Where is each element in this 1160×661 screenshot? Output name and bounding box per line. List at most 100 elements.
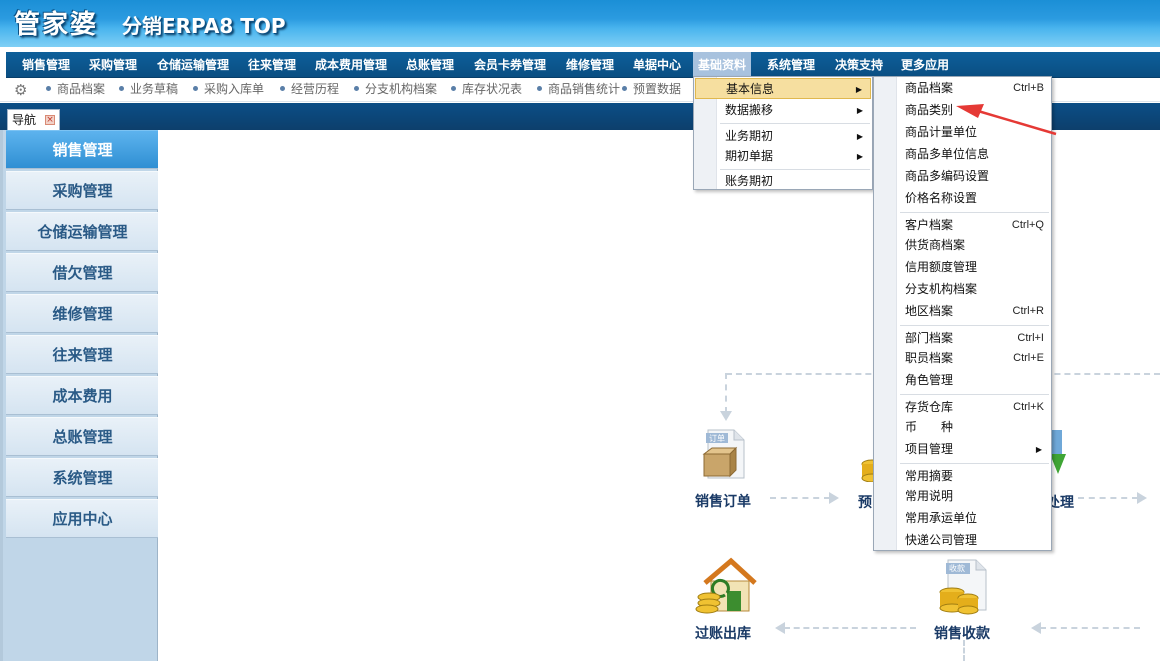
flow-label-sales-receipt[interactable]: 销售收款 xyxy=(934,623,990,643)
sales-receipt-icon[interactable]: 收款 xyxy=(936,558,992,616)
menu-item-customer-file[interactable]: 客户档案 Ctrl+Q xyxy=(875,215,1050,236)
sales-order-icon[interactable]: 订单 xyxy=(700,428,748,480)
basic-data-dropdown: 基本信息 ▶ 数据搬移 ▶ 业务期初 ▶ 期初单据 ▶ 账务期初 xyxy=(693,76,873,190)
menu-item-product-file[interactable]: 商品档案 Ctrl+B xyxy=(875,78,1050,99)
annotation-arrow xyxy=(956,104,1057,136)
tab-navigation[interactable]: 导航 × xyxy=(7,109,60,130)
sidebar-item-purchase[interactable]: 采购管理 xyxy=(6,171,159,210)
sidebar-item-cost[interactable]: 成本费用 xyxy=(6,376,159,415)
menu-accounts[interactable]: 往来管理 xyxy=(247,52,297,78)
bullet-icon xyxy=(193,86,198,91)
sidebar-item-system[interactable]: 系统管理 xyxy=(6,458,159,497)
bullet-icon xyxy=(537,86,542,91)
flow-arrow xyxy=(1031,622,1041,634)
menu-separator xyxy=(720,123,870,124)
menu-item-department-file[interactable]: 部门档案 Ctrl+I xyxy=(875,328,1050,349)
quick-link[interactable]: 业务草稿 xyxy=(119,78,178,100)
menu-item-warehouse[interactable]: 存货仓库 Ctrl+K xyxy=(875,397,1050,418)
menu-item-currency[interactable]: 币 种 xyxy=(875,417,1050,438)
house-coins-icon[interactable] xyxy=(695,557,757,615)
menu-item-branch-file[interactable]: 分支机构档案 xyxy=(875,279,1050,300)
shortcut-label: Ctrl+B xyxy=(1013,82,1044,94)
quick-link[interactable]: 商品档案 xyxy=(46,78,105,100)
shortcut-label: Ctrl+I xyxy=(1017,332,1044,344)
bullet-icon xyxy=(451,86,456,91)
menu-item-price-name[interactable]: 价格名称设置 xyxy=(875,188,1050,209)
flow-label-post-out[interactable]: 过账出库 xyxy=(695,623,751,643)
flow-connector xyxy=(1078,497,1138,499)
quick-link[interactable]: 预置数据 xyxy=(622,78,681,100)
quick-link[interactable]: 分支机构档案 xyxy=(354,78,437,100)
shortcut-label: Ctrl+E xyxy=(1013,352,1044,364)
menu-item-product-multi-unit[interactable]: 商品多单位信息 xyxy=(875,144,1050,165)
sidebar-item-repair[interactable]: 维修管理 xyxy=(6,294,159,333)
quick-link[interactable]: 采购入库单 xyxy=(193,78,264,100)
submenu-arrow-icon: ▶ xyxy=(856,132,863,141)
app-header: 管家婆 分销ERPA8 TOP xyxy=(0,0,1160,47)
process-icon[interactable] xyxy=(1050,430,1070,476)
menu-system[interactable]: 系统管理 xyxy=(766,52,816,78)
menu-decision[interactable]: 决策支持 xyxy=(834,52,884,78)
menu-item-business-opening[interactable]: 业务期初 ▶ xyxy=(695,126,871,147)
menu-item-carriers[interactable]: 常用承运单位 xyxy=(875,508,1050,529)
app-logo-subtitle: 分销ERPA8 TOP xyxy=(122,14,286,38)
menu-item-employee-file[interactable]: 职员档案 Ctrl+E xyxy=(875,348,1050,369)
quick-link[interactable]: 库存状况表 xyxy=(451,78,522,100)
bullet-icon xyxy=(119,86,124,91)
menu-separator xyxy=(900,394,1049,395)
menu-sales[interactable]: 销售管理 xyxy=(21,52,71,78)
quick-link[interactable]: 商品销售统计 xyxy=(537,78,620,100)
main-menu-bar: 销售管理 采购管理 仓储运输管理 往来管理 成本费用管理 总账管理 会员卡券管理… xyxy=(0,47,1160,78)
menu-basic-data[interactable]: 基础资料 xyxy=(693,52,752,78)
menu-item-product-multi-code[interactable]: 商品多编码设置 xyxy=(875,166,1050,187)
menu-repair[interactable]: 维修管理 xyxy=(565,52,615,78)
flow-connector xyxy=(963,640,965,661)
flow-arrow xyxy=(775,622,785,634)
basic-info-submenu: 商品档案 Ctrl+B 商品类别 商品计量单位 商品多单位信息 商品多编码设置 价… xyxy=(873,76,1052,551)
sidebar-item-accounts[interactable]: 往来管理 xyxy=(6,335,159,374)
receipt-doc-tag: 收款 xyxy=(949,563,965,573)
flow-label-sales-order[interactable]: 销售订单 xyxy=(695,491,751,511)
menu-item-common-summary[interactable]: 常用摘要 xyxy=(875,466,1050,487)
bullet-icon xyxy=(622,86,627,91)
app-logo: 管家婆 xyxy=(14,10,99,40)
menu-membership[interactable]: 会员卡券管理 xyxy=(473,52,547,78)
flow-arrow xyxy=(720,411,732,421)
menu-item-project-management[interactable]: 项目管理 ▶ xyxy=(875,439,1050,460)
flow-arrow xyxy=(829,492,839,504)
flow-connector xyxy=(725,373,727,413)
menu-item-credit-limit[interactable]: 信用额度管理 xyxy=(875,257,1050,278)
sidebar-item-ledger[interactable]: 总账管理 xyxy=(6,417,159,456)
menu-item-data-migration[interactable]: 数据搬移 ▶ xyxy=(695,100,871,121)
menu-purchase[interactable]: 采购管理 xyxy=(88,52,138,78)
menu-item-opening-documents[interactable]: 期初单据 ▶ xyxy=(695,146,871,167)
gear-icon[interactable]: ⚙ xyxy=(14,82,30,98)
menu-warehouse[interactable]: 仓储运输管理 xyxy=(156,52,230,78)
tab-label: 导航 xyxy=(12,113,37,127)
menu-cost[interactable]: 成本费用管理 xyxy=(314,52,388,78)
menu-item-accounting-opening[interactable]: 账务期初 xyxy=(695,172,871,190)
submenu-arrow-icon: ▶ xyxy=(1035,445,1042,454)
flow-arrow xyxy=(1137,492,1147,504)
menu-separator xyxy=(900,325,1049,326)
sidebar-item-loans[interactable]: 借欠管理 xyxy=(6,253,159,292)
submenu-arrow-icon: ▶ xyxy=(855,85,862,94)
quick-link[interactable]: 经营历程 xyxy=(280,78,339,100)
sidebar-item-warehouse[interactable]: 仓储运输管理 xyxy=(6,212,159,251)
sidebar-item-sales[interactable]: 销售管理 xyxy=(6,130,159,169)
flow-connector xyxy=(770,497,830,499)
menu-documents[interactable]: 单据中心 xyxy=(632,52,682,78)
close-icon[interactable]: × xyxy=(45,115,55,125)
menu-item-express-companies[interactable]: 快递公司管理 xyxy=(875,530,1050,551)
flow-label-pre: 预 xyxy=(858,495,872,511)
menu-item-role-management[interactable]: 角色管理 xyxy=(875,370,1050,391)
menu-more-apps[interactable]: 更多应用 xyxy=(900,52,950,78)
menu-item-basic-info[interactable]: 基本信息 ▶ xyxy=(695,78,871,99)
sidebar-item-app-center[interactable]: 应用中心 xyxy=(6,499,159,538)
menu-item-common-notes[interactable]: 常用说明 xyxy=(875,486,1050,507)
bullet-icon xyxy=(280,86,285,91)
menu-item-supplier-file[interactable]: 供货商档案 xyxy=(875,235,1050,256)
menu-item-region-file[interactable]: 地区档案 Ctrl+R xyxy=(875,301,1050,322)
bullet-icon xyxy=(354,86,359,91)
menu-ledger[interactable]: 总账管理 xyxy=(405,52,455,78)
